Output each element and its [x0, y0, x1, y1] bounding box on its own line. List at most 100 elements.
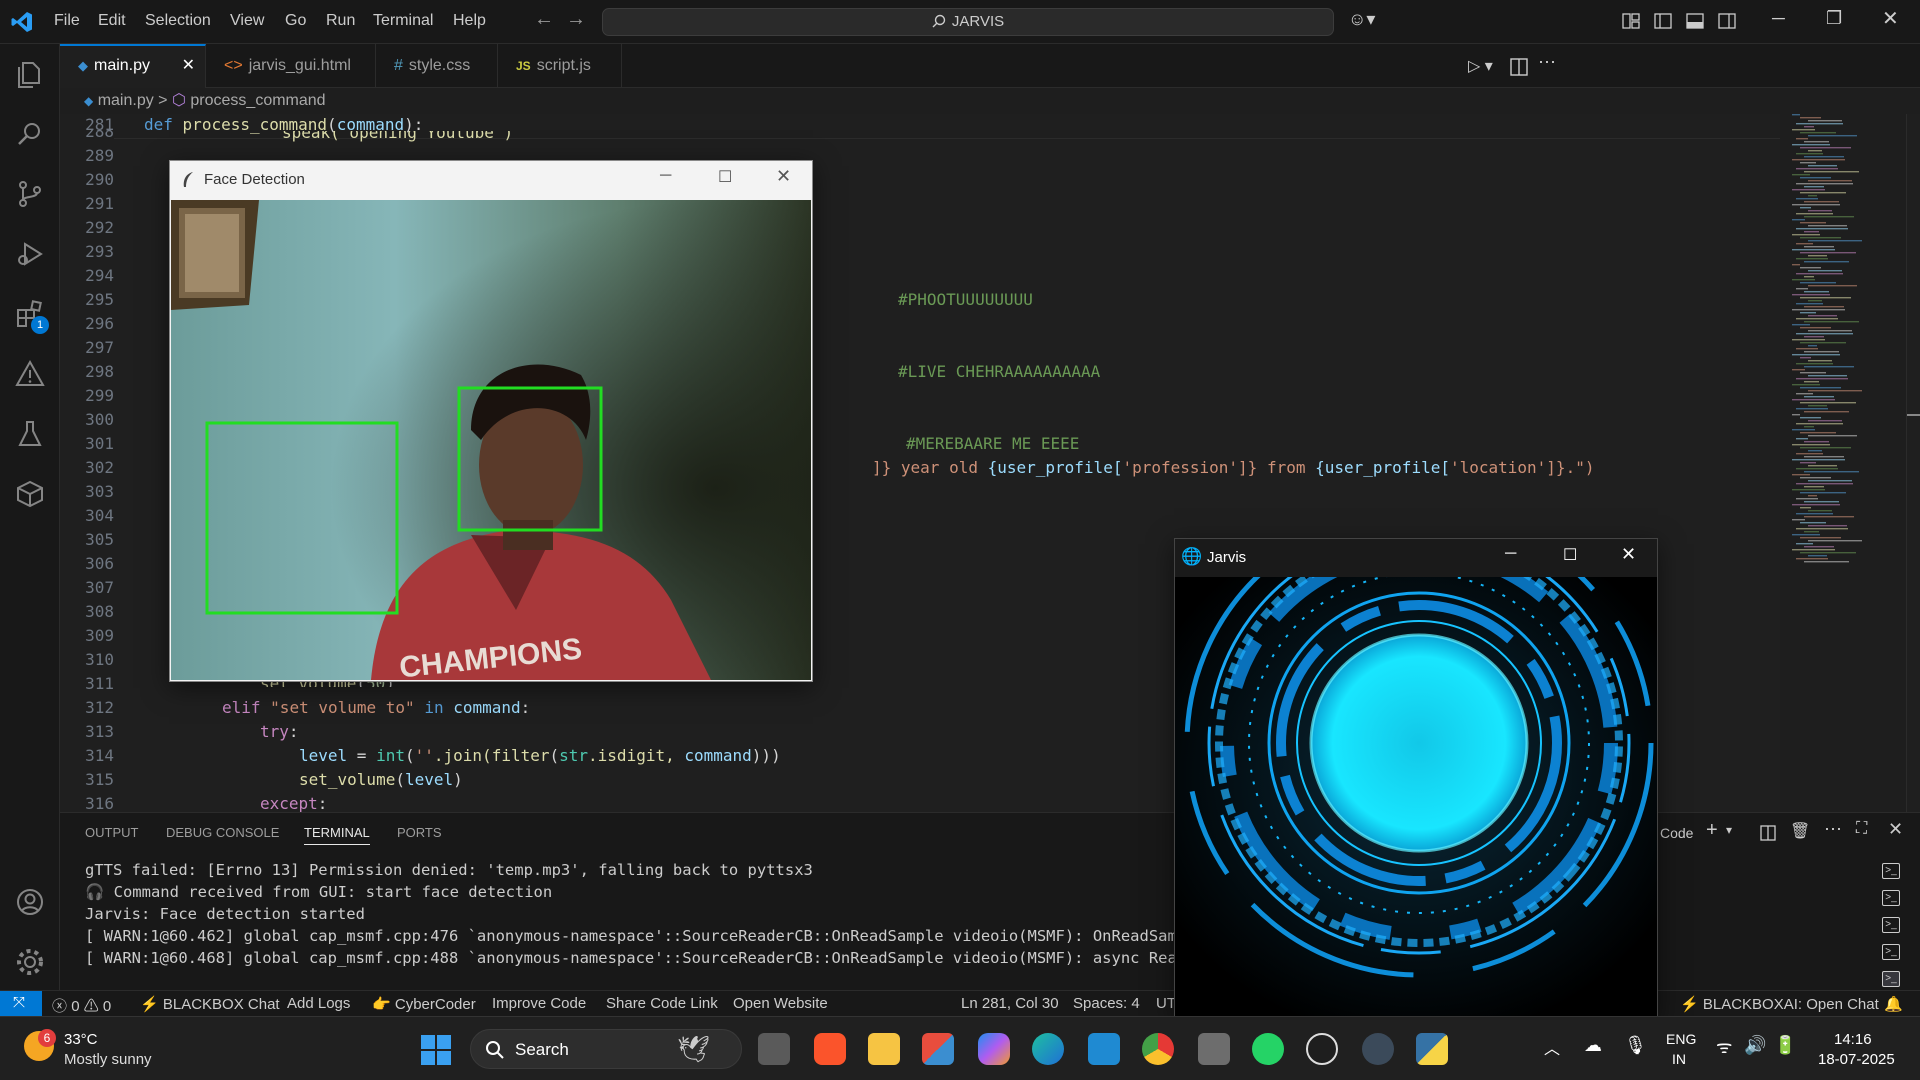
terminal-instance-icon[interactable]: >_: [1882, 917, 1900, 933]
face-window-close-icon[interactable]: ✕: [776, 166, 791, 187]
terminal-line[interactable]: gTTS failed: [Errno 13] Permission denie…: [85, 861, 813, 879]
face-window-titlebar[interactable]: Face Detection ─ ☐ ✕: [170, 161, 812, 199]
terminal-instance-icon[interactable]: >_: [1882, 971, 1900, 987]
clock-date[interactable]: 18-07-2025: [1818, 1051, 1895, 1068]
microsoft-store-icon[interactable]: [922, 1033, 954, 1065]
clock-time[interactable]: 14:16: [1834, 1031, 1872, 1048]
taskbar-search-box[interactable]: Search 🕊: [470, 1029, 742, 1069]
code-line-312[interactable]: elif "set volume to" in command:: [222, 698, 530, 717]
jarvis-window[interactable]: 🌐 Jarvis ─ ☐ ✕: [1174, 538, 1658, 1020]
terminal-line[interactable]: [ WARN:1@60.468] global cap_msmf.cpp:488…: [85, 949, 1214, 967]
terminal-line[interactable]: Jarvis: Face detection started: [85, 905, 365, 923]
command-center-search[interactable]: JARVIS: [602, 8, 1334, 36]
menu-selection[interactable]: Selection: [145, 12, 211, 30]
copilot-app-icon[interactable]: [978, 1033, 1010, 1065]
chrome-browser-icon[interactable]: [1142, 1033, 1174, 1065]
customize-layout-icon[interactable]: [1622, 12, 1640, 30]
indentation-status[interactable]: Spaces: 4: [1073, 995, 1140, 1012]
calculator-icon[interactable]: [1198, 1033, 1230, 1065]
language-top[interactable]: ENG: [1666, 1031, 1696, 1047]
problems-status[interactable]: ⓧ 0 ⚠ 0: [52, 995, 111, 1016]
python-taskbar-icon[interactable]: [1416, 1033, 1448, 1065]
vscode-logo-icon[interactable]: [10, 10, 34, 34]
terminal-line[interactable]: 🎧 Command received from GUI: start face …: [85, 883, 552, 901]
run-python-file-icon[interactable]: ▷ ▾: [1468, 56, 1493, 76]
copilot-icon[interactable]: ☺▾: [1348, 9, 1375, 30]
cursor-position-status[interactable]: Ln 281, Col 30: [961, 995, 1059, 1012]
blackboxai-open-chat-status[interactable]: ⚡ BLACKBOXAI: Open Chat: [1680, 995, 1879, 1013]
toggle-sidebar-icon[interactable]: [1654, 12, 1672, 30]
problems-icon[interactable]: [14, 358, 46, 390]
new-terminal-icon[interactable]: +: [1706, 819, 1718, 842]
terminal-line[interactable]: [ WARN:1@60.462] global cap_msmf.cpp:476…: [85, 927, 1214, 945]
panel-tab-ports[interactable]: PORTS: [397, 825, 442, 840]
tab-style-css[interactable]: # style.css: [376, 44, 498, 88]
run-debug-icon[interactable]: [14, 238, 46, 270]
brave-browser-icon[interactable]: [814, 1033, 846, 1065]
terminal-instance-icon[interactable]: >_: [1882, 890, 1900, 906]
menu-run[interactable]: Run: [326, 12, 355, 30]
language-bottom[interactable]: IN: [1672, 1051, 1686, 1067]
accounts-icon[interactable]: [14, 886, 46, 918]
remote-indicator[interactable]: ⤧: [0, 991, 42, 1017]
vscode-taskbar-icon[interactable]: [1088, 1033, 1120, 1065]
tab-jarvis-gui-html[interactable]: <> jarvis_gui.html: [206, 44, 376, 88]
code-line-303[interactable]: ]} year old {user_profile['profession']}…: [872, 458, 1594, 477]
menu-file[interactable]: File: [54, 12, 80, 30]
task-view-icon[interactable]: [758, 1033, 790, 1065]
open-website-status[interactable]: Open Website: [733, 995, 828, 1012]
jarvis-window-titlebar[interactable]: 🌐 Jarvis ─ ☐ ✕: [1175, 539, 1657, 577]
cybercoder-status[interactable]: 👉 CyberCoder: [372, 995, 476, 1013]
panel-tab-terminal[interactable]: TERMINAL: [304, 825, 370, 845]
source-control-icon[interactable]: [14, 178, 46, 210]
face-detection-window[interactable]: Face Detection ─ ☐ ✕ CHAMPIONS: [169, 160, 813, 682]
weather-temp[interactable]: 33°C: [64, 1031, 98, 1048]
code-comment-302[interactable]: #MEREBAARE ME EEEE: [906, 434, 1079, 453]
explorer-icon[interactable]: [14, 58, 46, 90]
settings-gear-icon[interactable]: [14, 946, 46, 978]
panel-tab-output[interactable]: OUTPUT: [85, 825, 138, 840]
split-terminal-icon[interactable]: [1760, 825, 1776, 841]
panel-more-icon[interactable]: ⋯: [1824, 819, 1842, 840]
code-comment-299[interactable]: #LIVE CHEHRAAAAAAAAAA: [898, 362, 1100, 381]
share-code-link-status[interactable]: Share Code Link: [606, 995, 718, 1012]
chatgpt-icon[interactable]: [1306, 1033, 1338, 1065]
more-actions-icon[interactable]: ⋯: [1538, 52, 1556, 73]
terminal-instance-icon[interactable]: >_: [1882, 944, 1900, 960]
trash-icon[interactable]: 🗑: [1790, 821, 1810, 841]
search-sidebar-icon[interactable]: [14, 118, 46, 150]
onedrive-cloud-icon[interactable]: ☁: [1584, 1035, 1602, 1056]
tab-close-icon[interactable]: ✕: [182, 46, 195, 86]
weather-desc[interactable]: Mostly sunny: [64, 1051, 152, 1068]
menu-terminal[interactable]: Terminal: [373, 12, 433, 30]
tab-script-js[interactable]: JS script.js: [498, 44, 622, 88]
menu-help[interactable]: Help: [453, 12, 486, 30]
show-hidden-icons-chevron-icon[interactable]: ︿: [1544, 1035, 1560, 1059]
code-line-314[interactable]: level = int(''.join(filter(str.isdigit, …: [299, 746, 781, 765]
minimize-icon[interactable]: ─: [1772, 8, 1785, 29]
tab-main-py[interactable]: ◆ main.py ✕: [60, 44, 206, 88]
toggle-secondary-sidebar-icon[interactable]: [1718, 12, 1736, 30]
microphone-icon[interactable]: 🎙: [1624, 1035, 1647, 1056]
add-logs-status[interactable]: Add Logs: [287, 995, 350, 1012]
jarvis-globe-taskbar-icon[interactable]: [1362, 1033, 1394, 1065]
menu-edit[interactable]: Edit: [98, 12, 126, 30]
jarvis-minimize-icon[interactable]: ─: [1505, 545, 1516, 563]
code-line-315[interactable]: set_volume(level): [299, 770, 463, 789]
windows-start-icon[interactable]: [421, 1035, 451, 1065]
notifications-bell-icon[interactable]: 🔔: [1884, 995, 1903, 1013]
close-panel-icon[interactable]: ✕: [1888, 819, 1903, 840]
terminal-instance-icon[interactable]: >_: [1882, 863, 1900, 879]
minimap[interactable]: [1786, 114, 1906, 564]
chevron-down-icon[interactable]: ▾: [1726, 823, 1732, 837]
volume-icon[interactable]: 🔊: [1744, 1035, 1766, 1056]
maximize-panel-icon[interactable]: ⛶: [1856, 820, 1867, 838]
blackbox-chat-status[interactable]: ⚡ BLACKBOX Chat: [140, 995, 280, 1013]
wifi-icon[interactable]: ᯤ: [1716, 1035, 1732, 1059]
face-window-maximize-icon[interactable]: ☐: [718, 167, 732, 187]
jarvis-maximize-icon[interactable]: ☐: [1563, 545, 1577, 565]
file-explorer-icon[interactable]: [868, 1033, 900, 1065]
remote-box-icon[interactable]: [14, 478, 46, 510]
toggle-panel-icon[interactable]: [1686, 12, 1704, 30]
edge-browser-icon[interactable]: [1032, 1033, 1064, 1065]
